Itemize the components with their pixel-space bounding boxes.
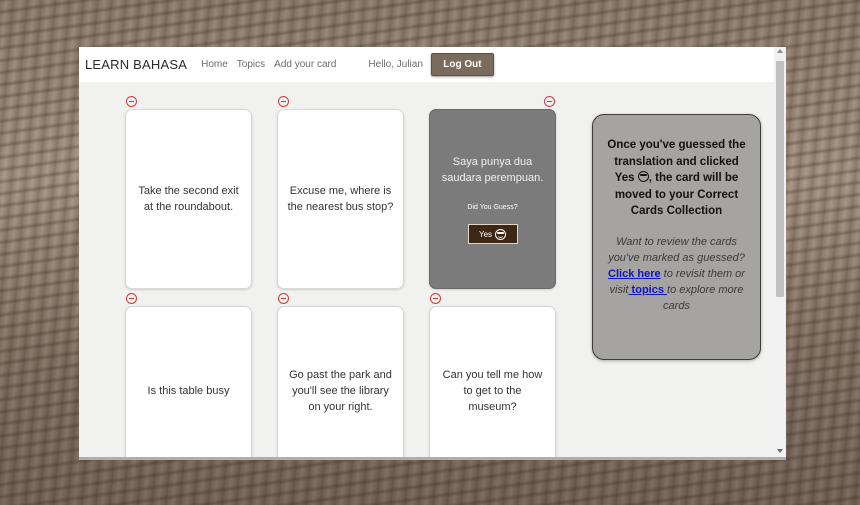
remove-card-icon[interactable] xyxy=(126,96,137,107)
info-end-text: to explore more cards xyxy=(663,283,744,312)
flashcard[interactable]: Go past the park and you'll see the libr… xyxy=(277,306,404,457)
topics-link[interactable]: topics xyxy=(629,284,668,296)
app-window: LEARN BAHASA Home Topics Add your card H… xyxy=(79,47,786,460)
scroll-up-icon[interactable] xyxy=(777,49,783,53)
flashcard-flipped[interactable]: Saya punya dua saudara perempuan. Did Yo… xyxy=(429,109,556,289)
remove-card-icon[interactable] xyxy=(126,293,137,304)
sunglasses-emoji-icon xyxy=(495,228,507,240)
remove-card-icon[interactable] xyxy=(278,96,289,107)
yes-button[interactable]: Yes xyxy=(467,224,518,244)
card-text: Is this table busy xyxy=(147,385,230,397)
vertical-scrollbar[interactable] xyxy=(774,47,786,457)
nav-add-card[interactable]: Add your card xyxy=(274,59,336,70)
flashcard[interactable]: Take the second exit at the roundabout. xyxy=(125,109,252,289)
card-translation-text: Saya punya dua saudara perempuan. xyxy=(441,156,544,184)
info-italic-text: Want to review the cards you've marked a… xyxy=(608,235,745,264)
card-text: Go past the park and you'll see the libr… xyxy=(289,369,392,413)
brand-logo[interactable]: LEARN BAHASA xyxy=(85,57,187,72)
logout-button[interactable]: Log Out xyxy=(430,53,494,76)
info-review-text: Want to review the cards you've marked a… xyxy=(603,234,750,314)
yes-label: Yes xyxy=(478,229,493,239)
flashcard[interactable]: Is this table busy xyxy=(125,306,252,457)
click-here-link[interactable]: Click here xyxy=(608,268,661,280)
navbar: LEARN BAHASA Home Topics Add your card H… xyxy=(79,47,774,82)
flashcard[interactable]: Excuse me, where is the nearest bus stop… xyxy=(277,109,404,289)
info-panel: Once you've guessed the translation and … xyxy=(592,114,761,360)
nav-home[interactable]: Home xyxy=(201,59,228,70)
remove-card-icon[interactable] xyxy=(278,293,289,304)
nav-topics[interactable]: Topics xyxy=(237,59,265,70)
sunglasses-emoji-icon xyxy=(637,171,649,182)
user-greeting: Hello, Julian xyxy=(368,59,423,70)
card-text: Can you tell me how to get to the museum… xyxy=(442,369,543,413)
scroll-thumb[interactable] xyxy=(776,61,784,297)
remove-card-icon[interactable] xyxy=(544,96,555,107)
info-instructions: Once you've guessed the translation and … xyxy=(603,137,750,220)
remove-card-icon[interactable] xyxy=(430,293,441,304)
flashcard[interactable]: Can you tell me how to get to the museum… xyxy=(429,306,556,457)
card-text: Take the second exit at the roundabout. xyxy=(138,185,239,213)
did-you-guess-label: Did You Guess? xyxy=(467,204,518,211)
scroll-down-icon[interactable] xyxy=(777,449,783,453)
card-text: Excuse me, where is the nearest bus stop… xyxy=(287,185,394,213)
